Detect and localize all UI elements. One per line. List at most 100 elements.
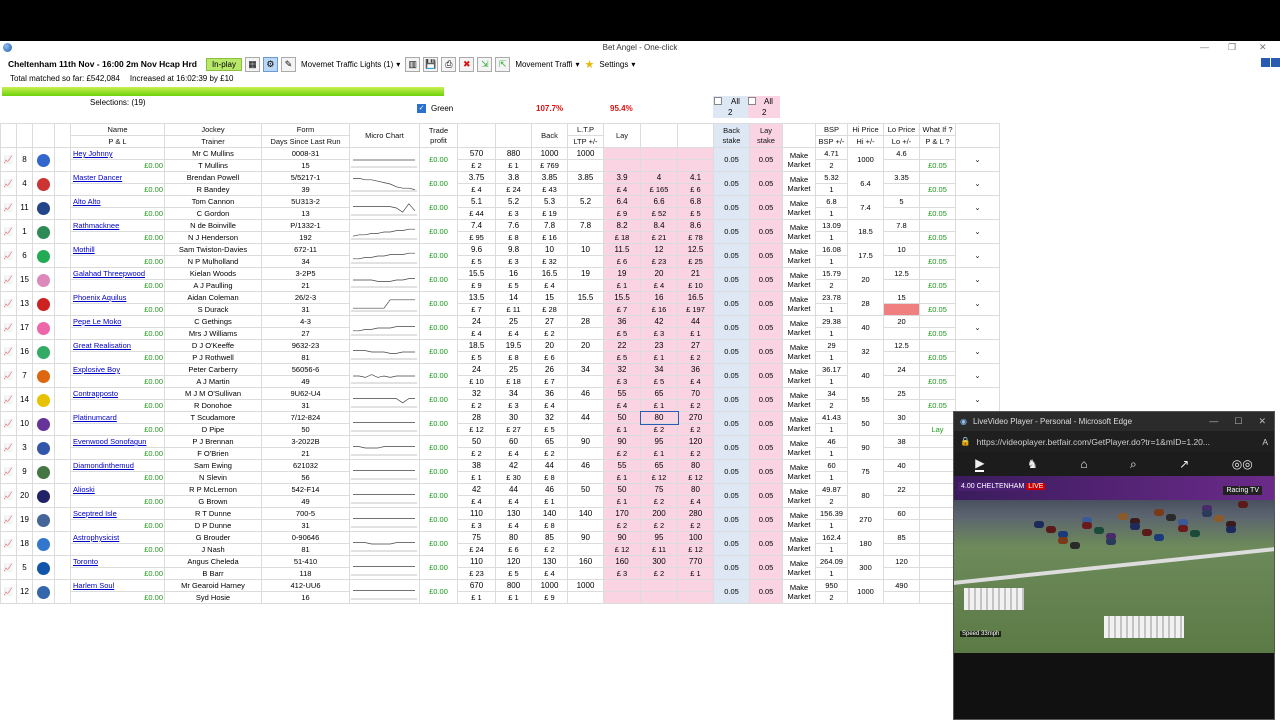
lay-price-3[interactable] xyxy=(677,579,714,592)
back-price-2[interactable]: 60 xyxy=(495,435,532,448)
lay-stake-3[interactable]: £ 2 xyxy=(677,399,714,412)
lay-stake-3[interactable]: £ 1 xyxy=(677,567,714,580)
back-stake-2[interactable]: £ 4 xyxy=(495,519,532,532)
lay-stake-2[interactable]: £ 3 xyxy=(640,327,678,340)
runner-name-cell[interactable]: Phoenix Aquilus xyxy=(70,291,165,304)
price-chart-icon[interactable]: 📈 xyxy=(0,171,17,196)
back-price-2[interactable]: 120 xyxy=(495,555,532,568)
runner-name-link[interactable]: Mothill xyxy=(72,245,163,255)
lay-price-2[interactable]: 42 xyxy=(640,315,678,328)
lay-stake-1[interactable]: £ 5 xyxy=(603,327,641,340)
back-stake-2[interactable]: £ 4 xyxy=(495,495,532,508)
back-stake-1[interactable]: £ 28 xyxy=(531,303,568,316)
lay-price-1[interactable]: 36 xyxy=(603,315,641,328)
back-price-2[interactable]: 42 xyxy=(495,459,532,472)
back-stake-2[interactable]: £ 18 xyxy=(495,375,532,388)
back-stake[interactable]: 0.05 xyxy=(713,291,750,316)
runner-name-link[interactable]: Explosive Boy xyxy=(72,365,163,375)
runner-name-cell[interactable]: Toronto xyxy=(70,555,165,568)
lay-stake-1[interactable] xyxy=(603,159,641,172)
back-price-2[interactable]: 16 xyxy=(495,267,532,280)
lay-stake[interactable]: 0.05 xyxy=(749,579,783,604)
runner-name-cell[interactable]: Alioski xyxy=(70,483,165,496)
price-chart-icon[interactable]: 📈 xyxy=(0,411,17,436)
back-price-2[interactable]: 19.5 xyxy=(495,339,532,352)
back-stake-1[interactable]: £ 43 xyxy=(531,183,568,196)
lay-stake-3[interactable]: £ 2 xyxy=(677,447,714,460)
col-form-header[interactable]: Form xyxy=(261,123,350,136)
make-market-button[interactable]: Make Market xyxy=(782,267,816,292)
lay-stake-2[interactable]: £ 11 xyxy=(640,543,678,556)
col-trade-header[interactable]: Trade profit xyxy=(419,123,458,148)
traffic-lights-dropdown[interactable]: Movemet Traffic Lights (1) ▾ xyxy=(299,60,402,69)
row-dropdown[interactable]: ⌄ xyxy=(955,363,1000,388)
back-stake-1[interactable]: £ 5 xyxy=(531,423,568,436)
lay-stake-3[interactable]: £ 12 xyxy=(677,543,714,556)
back-stake-3[interactable]: £ 4 xyxy=(457,183,496,196)
back-stake-1[interactable]: £ 8 xyxy=(531,519,568,532)
lay-stake-1[interactable]: £ 4 xyxy=(603,399,641,412)
lay-stake-1[interactable]: £ 7 xyxy=(603,303,641,316)
lay-price-2[interactable]: 23 xyxy=(640,339,678,352)
lay-stake-2[interactable]: £ 2 xyxy=(640,495,678,508)
lay-price-2[interactable]: 4 xyxy=(640,171,678,184)
runner-name-cell[interactable]: Rathmacknee xyxy=(70,219,165,232)
all-back-checkbox[interactable] xyxy=(714,97,722,105)
lay-stake-1[interactable]: £ 2 xyxy=(603,519,641,532)
lay-price-1[interactable]: 55 xyxy=(603,459,641,472)
back-price-2[interactable]: 7.6 xyxy=(495,219,532,232)
make-market-button[interactable]: Make Market xyxy=(782,195,816,220)
lay-price-1[interactable]: 8.2 xyxy=(603,219,641,232)
back-stake[interactable]: 0.05 xyxy=(713,531,750,556)
back-stake-1[interactable]: £ 16 xyxy=(531,231,568,244)
lay-price-1[interactable]: 19 xyxy=(603,267,641,280)
back-stake-3[interactable]: £ 24 xyxy=(457,543,496,556)
back-stake[interactable]: 0.05 xyxy=(713,483,750,508)
lay-price-2[interactable]: 200 xyxy=(640,507,678,520)
make-market-button[interactable]: Make Market xyxy=(782,435,816,460)
back-stake-3[interactable]: £ 5 xyxy=(457,255,496,268)
price-chart-icon[interactable]: 📈 xyxy=(0,387,17,412)
lay-stake-3[interactable]: £ 10 xyxy=(677,279,714,292)
video-maximize-icon[interactable]: ☐ xyxy=(1234,416,1242,427)
lay-price-1[interactable] xyxy=(603,579,641,592)
lay-stake-2[interactable]: £ 12 xyxy=(640,471,678,484)
back-stake-2[interactable]: £ 3 xyxy=(495,399,532,412)
back-stake[interactable]: 0.05 xyxy=(713,219,750,244)
lay-stake[interactable]: 0.05 xyxy=(749,147,783,172)
back-price-1[interactable]: 44 xyxy=(531,459,568,472)
lay-price-3[interactable]: 280 xyxy=(677,507,714,520)
runner-name-cell[interactable]: Pepe Le Moko xyxy=(70,315,165,328)
price-chart-icon[interactable]: 📈 xyxy=(0,507,17,532)
make-market-button[interactable]: Make Market xyxy=(782,555,816,580)
back-stake-3[interactable]: £ 4 xyxy=(457,327,496,340)
row-dropdown[interactable]: ⌄ xyxy=(955,243,1000,268)
price-chart-icon[interactable]: 📈 xyxy=(0,243,17,268)
col-jockey-header[interactable]: Jockey xyxy=(164,123,262,136)
lay-price-3[interactable]: 36 xyxy=(677,363,714,376)
lay-price-1[interactable]: 32 xyxy=(603,363,641,376)
lay-stake-1[interactable]: £ 4 xyxy=(603,183,641,196)
lay-price-3[interactable]: 12.5 xyxy=(677,243,714,256)
lay-price-1[interactable]: 50 xyxy=(603,483,641,496)
back-stake-3[interactable]: £ 44 xyxy=(457,207,496,220)
back-price-2[interactable]: 800 xyxy=(495,579,532,592)
lay-price-2[interactable] xyxy=(640,579,678,592)
lay-price-3[interactable]: 8.6 xyxy=(677,219,714,232)
back-price-1[interactable]: 10 xyxy=(531,243,568,256)
runner-name-cell[interactable]: Platinumcard xyxy=(70,411,165,424)
lay-stake-3[interactable]: £ 2 xyxy=(677,423,714,436)
back-stake-3[interactable]: £ 9 xyxy=(457,279,496,292)
back-stake-1[interactable]: £ 2 xyxy=(531,543,568,556)
lay-stake-2[interactable]: £ 165 xyxy=(640,183,678,196)
lay-stake-1[interactable]: £ 3 xyxy=(603,375,641,388)
back-stake[interactable]: 0.05 xyxy=(713,387,750,412)
back-price-2[interactable]: 3.8 xyxy=(495,171,532,184)
back-price-1[interactable]: 130 xyxy=(531,555,568,568)
close-icon[interactable]: ✕ xyxy=(1259,42,1267,53)
favourite-star-icon[interactable]: ★ xyxy=(585,58,595,71)
price-chart-icon[interactable]: 📈 xyxy=(0,483,17,508)
lay-price-3[interactable]: 4.1 xyxy=(677,171,714,184)
back-price-3[interactable]: 18.5 xyxy=(457,339,496,352)
col-lay1-header[interactable]: Lay xyxy=(603,123,641,148)
